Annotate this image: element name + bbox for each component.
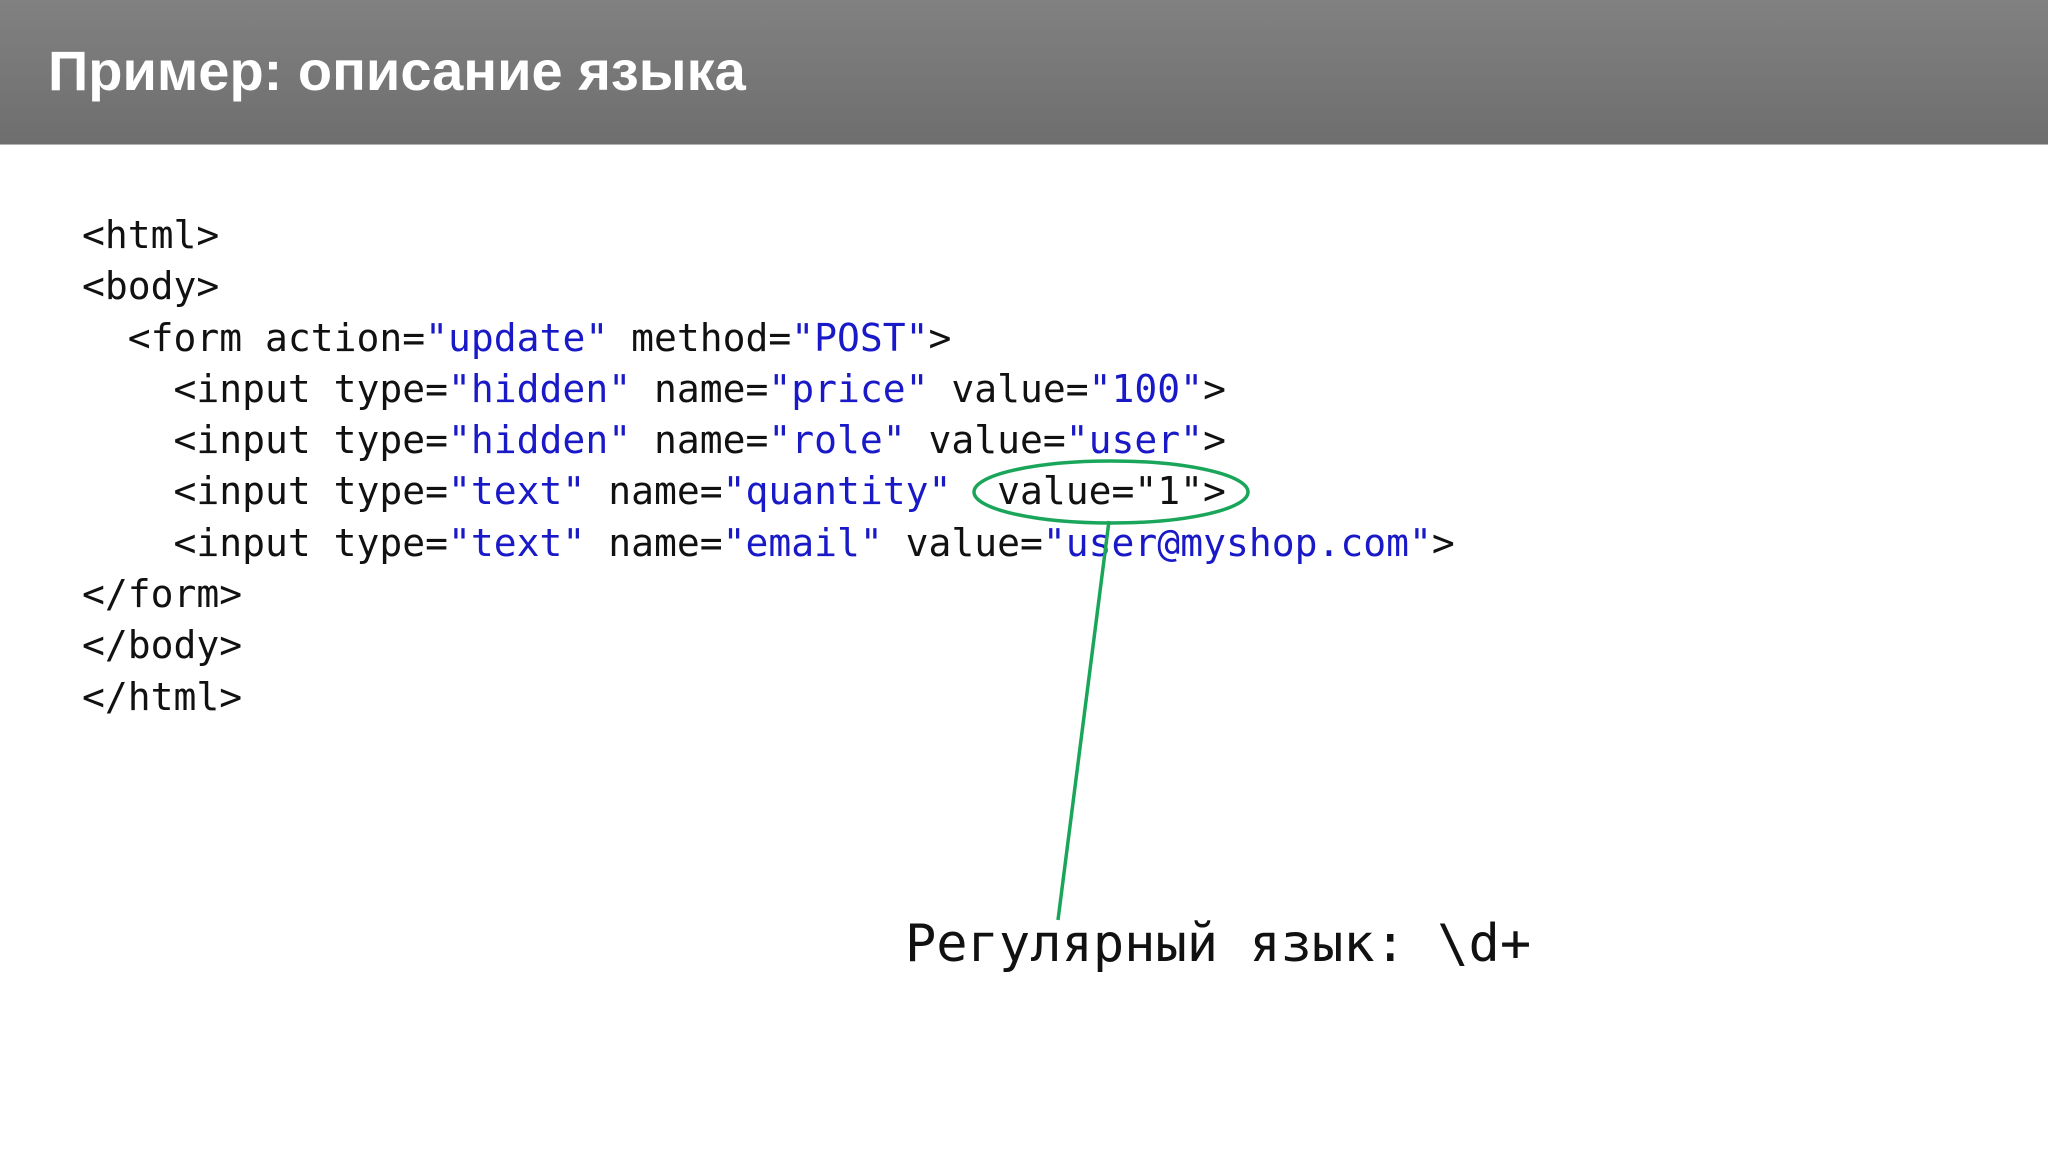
code-line: <form action="update" method="POST"> xyxy=(82,313,1455,364)
code-token: value= xyxy=(905,418,1066,463)
code-token: <input type= xyxy=(82,366,449,411)
code-string-token: "text" xyxy=(448,520,586,565)
code-line: <input type="hidden" name="price" value=… xyxy=(82,364,1455,415)
code-string-token: "update" xyxy=(425,315,609,360)
code-token: > xyxy=(928,315,952,360)
code-token: value= xyxy=(882,520,1043,565)
code-token: </body> xyxy=(82,623,243,668)
code-line: </html> xyxy=(82,672,1455,723)
slide-title: Пример: описание языка xyxy=(48,39,746,102)
code-token: name= xyxy=(585,469,723,514)
code-token: </html> xyxy=(82,674,243,719)
code-token: > xyxy=(1203,366,1226,411)
code-string-token: "hidden" xyxy=(448,418,632,463)
code-string-token: "100" xyxy=(1088,366,1204,411)
code-string-token: "user" xyxy=(1065,418,1204,463)
code-token: <input type= xyxy=(82,469,449,514)
code-token: value="1"> xyxy=(951,469,1226,514)
code-token: </form> xyxy=(82,572,243,617)
code-string-token: "role" xyxy=(768,418,906,463)
code-token: method= xyxy=(608,315,792,360)
code-string-token: "quantity" xyxy=(722,469,952,514)
code-token: name= xyxy=(631,366,769,411)
code-token: name= xyxy=(585,520,723,565)
code-string-token: "user@myshop.com" xyxy=(1042,520,1432,565)
code-string-token: "text" xyxy=(448,469,586,514)
code-token: <body> xyxy=(82,264,220,309)
code-token: <input type= xyxy=(82,520,449,565)
code-line: </form> xyxy=(82,569,1455,620)
code-block: <html> <body> <form action="update" metho… xyxy=(82,210,1455,723)
code-string-token: "hidden" xyxy=(448,366,632,411)
code-line: <input type="text" name="email" value="u… xyxy=(82,518,1455,569)
code-line: <input type="hidden" name="role" value="… xyxy=(82,415,1455,466)
code-string-token: "POST" xyxy=(791,315,929,360)
code-string-token: "price" xyxy=(768,366,929,411)
code-token: <html> xyxy=(82,213,220,257)
code-token: <form action= xyxy=(82,315,426,360)
slide-header: Пример: описание языка xyxy=(0,0,2048,145)
code-token: name= xyxy=(631,418,769,463)
code-token: <input type= xyxy=(82,418,449,463)
code-line: <input type="text" name="quantity" value… xyxy=(82,466,1455,517)
code-token: value= xyxy=(928,366,1089,411)
code-token: > xyxy=(1431,520,1455,565)
code-line: </body> xyxy=(82,620,1455,671)
code-string-token: "email" xyxy=(722,520,883,565)
code-token: > xyxy=(1203,418,1226,463)
code-line: <body> xyxy=(82,261,1455,312)
annotation-caption: Регулярный язык: \d+ xyxy=(905,914,1532,974)
code-line: <html> xyxy=(82,210,1455,261)
